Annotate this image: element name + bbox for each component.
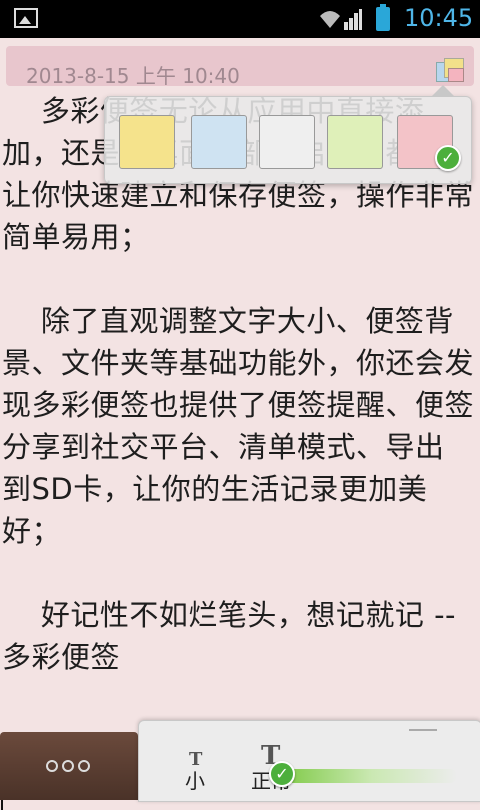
size-slider-highlight: [287, 769, 457, 783]
note-date: 2013-8-15 上午 10:40: [26, 64, 240, 88]
status-bar: 10:45: [0, 0, 480, 38]
color-swatch-white[interactable]: [259, 115, 315, 169]
note-header: 2013-8-15 上午 10:40: [0, 38, 480, 90]
color-picker-popup: ✓: [104, 85, 472, 184]
bottom-bar: T 小 T 正常 ✓: [0, 720, 480, 802]
color-square-icon: [448, 68, 464, 82]
dot-icon: [46, 760, 58, 772]
selected-check-icon: ✓: [269, 761, 295, 787]
dot-icon: [78, 760, 90, 772]
note-editor[interactable]: 多彩便签无论从应用中直接添加，还是从桌面小部件启动，都能让你快速建立和保存便签，…: [0, 90, 480, 810]
battery-icon: [376, 4, 390, 31]
note-line: 到SD卡，让你的生活记录更加美: [2, 472, 428, 506]
note-line: 除了直观调整文字大小、便签背: [2, 304, 454, 338]
color-swatch-yellow[interactable]: [119, 115, 175, 169]
note-line: [2, 552, 478, 594]
note-line: 好记性不如烂笔头，想记就记 --: [2, 598, 457, 632]
more-menu-button[interactable]: [0, 732, 138, 800]
note-line: 好；: [2, 514, 62, 548]
text-size-small-label: 小: [185, 769, 205, 793]
selected-check-icon: ✓: [435, 145, 461, 171]
note-line: 分享到社交平台、清单模式、导出: [2, 430, 445, 464]
clock: 10:45: [404, 4, 474, 32]
panel-handle[interactable]: [409, 729, 437, 731]
text-size-small-option[interactable]: T 小: [179, 721, 219, 801]
note-line: 简单易用；: [2, 220, 150, 254]
dot-icon: [62, 760, 74, 772]
note-line: [2, 258, 478, 300]
image-notification-icon: [14, 8, 38, 28]
change-color-button[interactable]: [434, 56, 468, 88]
color-swatch-green[interactable]: [327, 115, 383, 169]
text-size-normal-option[interactable]: T 正常 ✓: [247, 721, 307, 801]
color-swatch-blue[interactable]: [191, 115, 247, 169]
note-line: 多彩便签: [2, 640, 121, 674]
date-bar: 2013-8-15 上午 10:40: [6, 46, 474, 88]
wifi-signal-icon: [320, 9, 362, 30]
text-size-panel: T 小 T 正常 ✓: [138, 720, 480, 802]
note-line: 现多彩便签也提供了便签提醒、便签: [2, 388, 475, 422]
note-line: 景、文件夹等基础功能外，你还会发: [2, 346, 475, 380]
